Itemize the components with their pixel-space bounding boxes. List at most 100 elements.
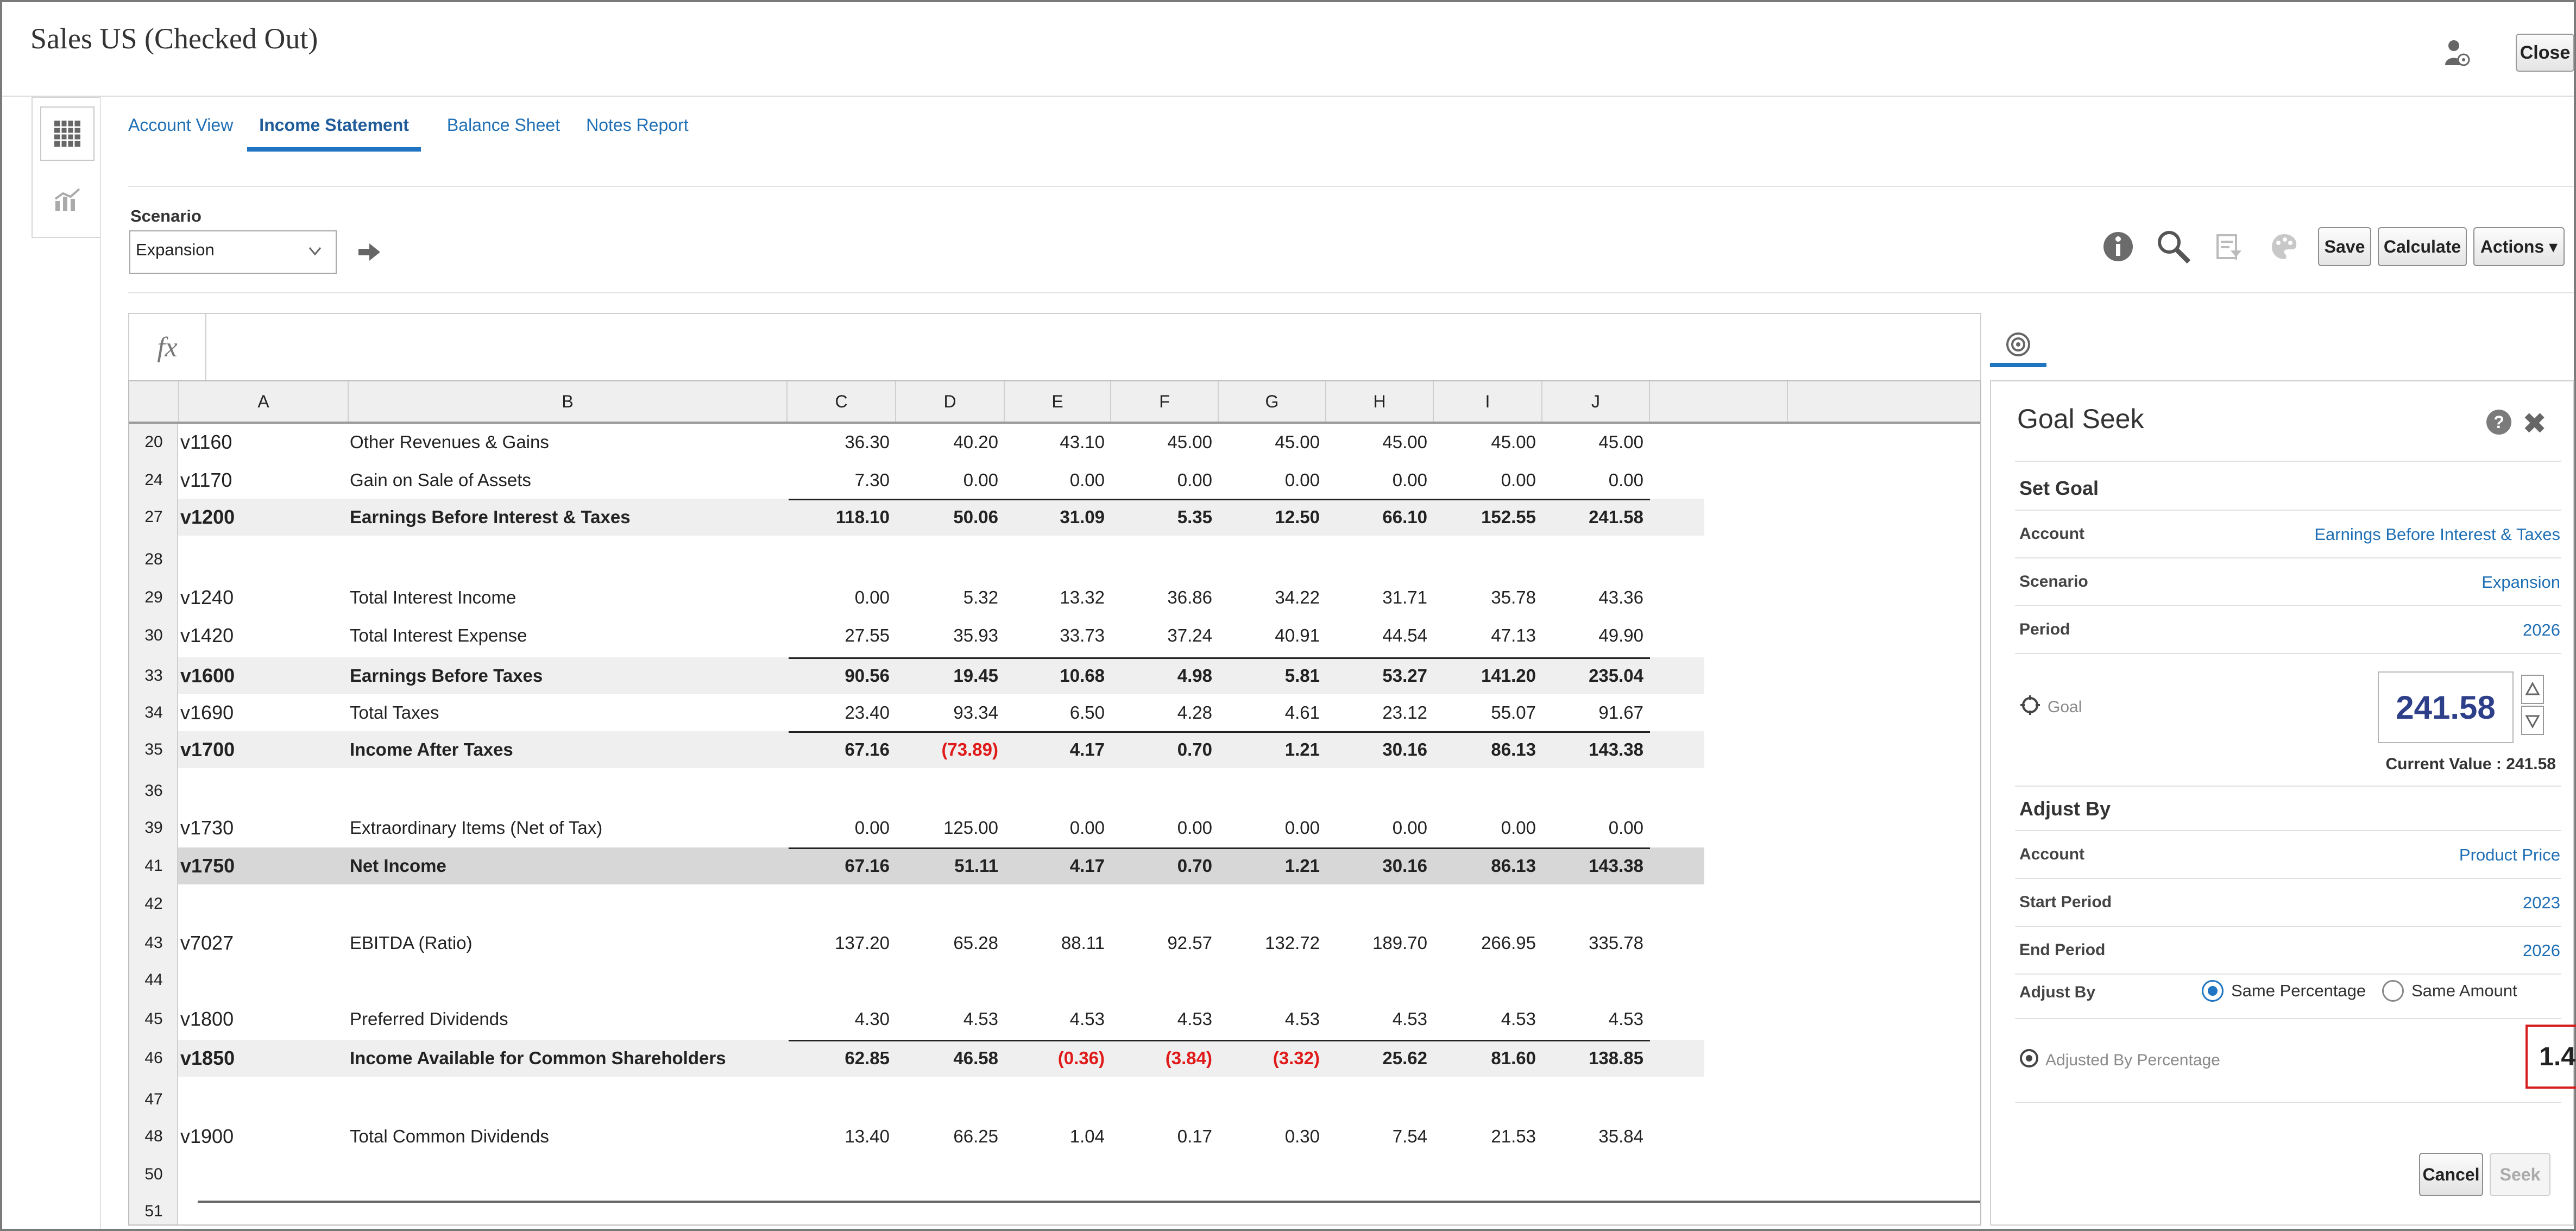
scenario-select[interactable]: Expansion	[129, 230, 337, 274]
value-cell[interactable]: 45.00	[1435, 424, 1536, 461]
value-cell[interactable]: 5.81	[1220, 657, 1320, 694]
close-icon[interactable]: ✖	[2522, 406, 2547, 441]
value-cell[interactable]: 51.11	[897, 847, 998, 884]
account-name-cell[interactable]: Total Interest Expense	[350, 617, 784, 654]
value-cell[interactable]: 34.22	[1220, 579, 1320, 616]
value-cell[interactable]: 45.00	[1112, 424, 1212, 461]
value-cell[interactable]: 49.90	[1544, 617, 1643, 654]
period-link[interactable]: 2026	[2523, 620, 2560, 640]
value-cell[interactable]: 0.00	[1006, 809, 1105, 846]
value-cell[interactable]: 53.27	[1327, 657, 1427, 694]
value-cell[interactable]: 40.20	[897, 424, 998, 461]
value-cell[interactable]: 4.17	[1006, 731, 1105, 768]
account-name-cell[interactable]: Earnings Before Interest & Taxes	[350, 499, 784, 536]
value-cell[interactable]: 81.60	[1435, 1040, 1536, 1077]
account-name-cell[interactable]: Extraordinary Items (Net of Tax)	[350, 809, 784, 846]
account-name-cell[interactable]: Income After Taxes	[350, 731, 784, 768]
row-number[interactable]: 44	[129, 962, 178, 998]
column-header[interactable]: H	[1326, 381, 1434, 422]
cancel-button[interactable]: Cancel	[2419, 1153, 2483, 1196]
value-cell[interactable]: 10.68	[1006, 657, 1105, 694]
row-number[interactable]: 27	[129, 499, 178, 536]
actions-menu-button[interactable]: Actions ▾	[2473, 227, 2565, 266]
column-header[interactable]: J	[1542, 381, 1650, 422]
value-cell[interactable]: 47.13	[1435, 617, 1536, 654]
tab-balance-sheet[interactable]: Balance Sheet	[447, 115, 560, 152]
start-period-link[interactable]: 2023	[2523, 893, 2560, 913]
value-cell[interactable]: 4.53	[1006, 1001, 1105, 1038]
account-name-cell[interactable]: Preferred Dividends	[350, 1001, 784, 1038]
value-cell[interactable]: 0.00	[1112, 462, 1212, 499]
column-header[interactable]: B	[349, 381, 788, 422]
row-number[interactable]: 45	[129, 1001, 178, 1038]
value-cell[interactable]: 67.16	[789, 847, 890, 884]
account-code-cell[interactable]: v1200	[180, 499, 343, 536]
row-number[interactable]: 29	[129, 579, 178, 616]
value-cell[interactable]: 30.16	[1327, 847, 1427, 884]
row-number[interactable]: 34	[129, 694, 178, 731]
value-cell[interactable]: 4.61	[1220, 694, 1320, 731]
row-number[interactable]: 51	[129, 1193, 178, 1224]
account-code-cell[interactable]: v1160	[180, 424, 343, 461]
filter-icon[interactable]	[2210, 227, 2247, 266]
value-cell[interactable]: 31.71	[1327, 579, 1427, 616]
seek-button[interactable]: Seek	[2490, 1153, 2550, 1196]
grid-view-icon[interactable]	[40, 106, 95, 161]
column-header[interactable]: G	[1219, 381, 1326, 422]
grid-scrollbar[interactable]	[198, 1201, 1980, 1203]
info-icon[interactable]	[2100, 227, 2137, 266]
value-cell[interactable]: 4.28	[1112, 694, 1212, 731]
account-code-cell[interactable]: v1900	[180, 1118, 343, 1155]
row-number[interactable]: 50	[129, 1156, 178, 1193]
value-cell[interactable]: 91.67	[1544, 694, 1643, 731]
row-number[interactable]: 47	[129, 1081, 178, 1118]
value-cell[interactable]: (3.32)	[1220, 1040, 1320, 1077]
value-cell[interactable]: 67.16	[789, 731, 890, 768]
account-name-cell[interactable]: Total Interest Income	[350, 579, 784, 616]
palette-icon[interactable]	[2266, 227, 2303, 266]
column-header[interactable]: E	[1005, 381, 1111, 422]
value-cell[interactable]: 19.45	[897, 657, 998, 694]
value-cell[interactable]: 4.53	[897, 1001, 998, 1038]
value-cell[interactable]: 143.38	[1544, 847, 1643, 884]
row-number[interactable]: 30	[129, 617, 178, 654]
tab-account-view[interactable]: Account View	[128, 115, 233, 152]
value-cell[interactable]: 0.00	[1220, 462, 1320, 499]
account-code-cell[interactable]: v7027	[180, 925, 343, 962]
value-cell[interactable]: 0.00	[1435, 809, 1536, 846]
row-number[interactable]: 36	[129, 772, 178, 809]
account-code-cell[interactable]: v1170	[180, 462, 343, 499]
account-code-cell[interactable]: v1730	[180, 809, 343, 846]
adjust-account-link[interactable]: Product Price	[2459, 845, 2560, 865]
value-cell[interactable]: 4.53	[1112, 1001, 1212, 1038]
tab-notes-report[interactable]: Notes Report	[586, 115, 689, 152]
value-cell[interactable]: 31.09	[1006, 499, 1105, 536]
value-cell[interactable]: 86.13	[1435, 731, 1536, 768]
value-cell[interactable]: 50.06	[897, 499, 998, 536]
value-cell[interactable]: 27.55	[789, 617, 890, 654]
value-cell[interactable]: 35.78	[1435, 579, 1536, 616]
value-cell[interactable]: 45.00	[1327, 424, 1427, 461]
value-cell[interactable]: 7.30	[789, 462, 890, 499]
row-number[interactable]: 33	[129, 657, 178, 694]
value-cell[interactable]: 152.55	[1435, 499, 1536, 536]
value-cell[interactable]: 1.21	[1220, 847, 1320, 884]
value-cell[interactable]: 266.95	[1435, 925, 1536, 962]
row-number[interactable]: 41	[129, 847, 178, 884]
search-icon[interactable]	[2155, 227, 2192, 266]
row-number[interactable]: 42	[129, 885, 178, 922]
value-cell[interactable]: 189.70	[1327, 925, 1427, 962]
value-cell[interactable]: 0.00	[1544, 809, 1643, 846]
value-cell[interactable]: 0.70	[1112, 731, 1212, 768]
value-cell[interactable]: 0.00	[789, 809, 890, 846]
value-cell[interactable]: 137.20	[789, 925, 890, 962]
value-cell[interactable]: 4.30	[789, 1001, 890, 1038]
value-cell[interactable]: 6.50	[1006, 694, 1105, 731]
value-cell[interactable]: 0.00	[1006, 462, 1105, 499]
value-cell[interactable]: 0.00	[1327, 809, 1427, 846]
value-cell[interactable]: 25.62	[1327, 1040, 1427, 1077]
value-cell[interactable]: 37.24	[1112, 617, 1212, 654]
row-number[interactable]: 46	[129, 1040, 178, 1077]
value-cell[interactable]: 45.00	[1544, 424, 1643, 461]
goal-stepper[interactable]	[2521, 675, 2544, 736]
